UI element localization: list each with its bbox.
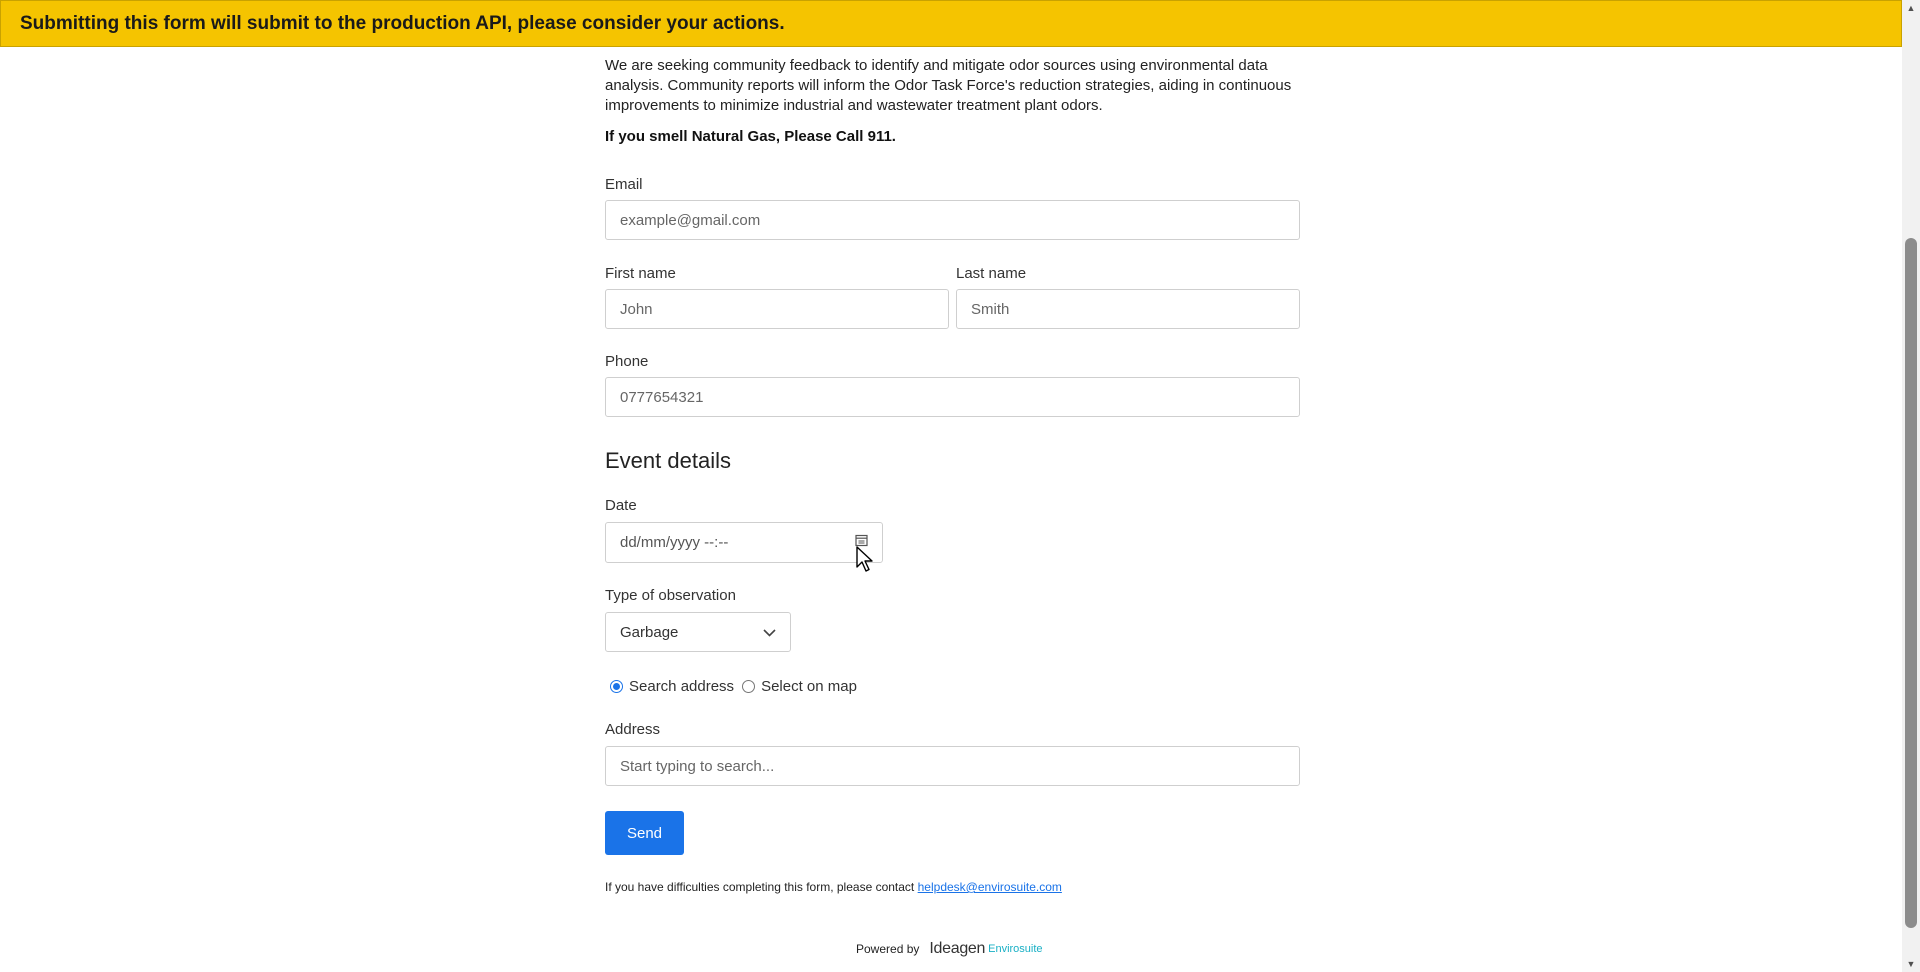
location-mode-radio-group: Search address Select on map (610, 678, 857, 695)
powered-by-text: Powered by (856, 942, 920, 956)
last-name-input[interactable] (956, 289, 1300, 329)
email-label: Email (605, 176, 643, 193)
observation-type-value: Garbage (620, 623, 679, 641)
select-on-map-label[interactable]: Select on map (761, 678, 857, 695)
production-warning-banner: Submitting this form will submit to the … (0, 0, 1902, 47)
send-button[interactable]: Send (605, 811, 684, 855)
page-scrollbar[interactable]: ▲ ▼ (1902, 0, 1920, 972)
phone-input[interactable] (605, 377, 1300, 417)
search-address-radio[interactable] (610, 680, 623, 693)
observation-type-label: Type of observation (605, 587, 736, 604)
select-on-map-radio[interactable] (742, 680, 756, 693)
odor-report-form: We are seeking community feedback to ide… (605, 56, 1300, 957)
observation-type-select[interactable]: Garbage (605, 612, 791, 652)
email-input[interactable] (605, 200, 1300, 240)
helpdesk-email-link[interactable]: helpdesk@envirosuite.com (918, 880, 1062, 894)
ideagen-logo: Ideagen (929, 940, 986, 957)
address-search-input[interactable] (605, 746, 1300, 786)
scroll-thumb[interactable] (1905, 238, 1917, 928)
powered-by: Powered by Ideagen Envirosuite (856, 940, 1043, 958)
scroll-up-arrow-icon[interactable]: ▲ (1902, 0, 1920, 16)
banner-text: Submitting this form will submit to the … (20, 12, 785, 34)
event-details-heading: Event details (605, 448, 731, 473)
envirosuite-logo: Envirosuite (988, 943, 1043, 955)
help-message: If you have difficulties completing this… (605, 880, 915, 894)
last-name-label: Last name (956, 265, 1027, 282)
first-name-label: First name (605, 265, 676, 282)
scroll-down-arrow-icon[interactable]: ▼ (1902, 956, 1920, 972)
natural-gas-warning: If you smell Natural Gas, Please Call 91… (605, 128, 896, 145)
help-text: If you have difficulties completing this… (605, 880, 1062, 894)
date-input[interactable]: dd/mm/yyyy --:-- (605, 522, 883, 563)
mouse-pointer-icon (855, 545, 875, 578)
date-placeholder: dd/mm/yyyy --:-- (620, 534, 729, 551)
first-name-input[interactable] (605, 289, 949, 329)
chevron-down-icon (763, 624, 776, 641)
phone-label: Phone (605, 353, 649, 370)
date-label: Date (605, 497, 637, 514)
search-address-label[interactable]: Search address (629, 678, 734, 695)
intro-text: We are seeking community feedback to ide… (605, 57, 1292, 114)
address-label: Address (605, 721, 661, 738)
